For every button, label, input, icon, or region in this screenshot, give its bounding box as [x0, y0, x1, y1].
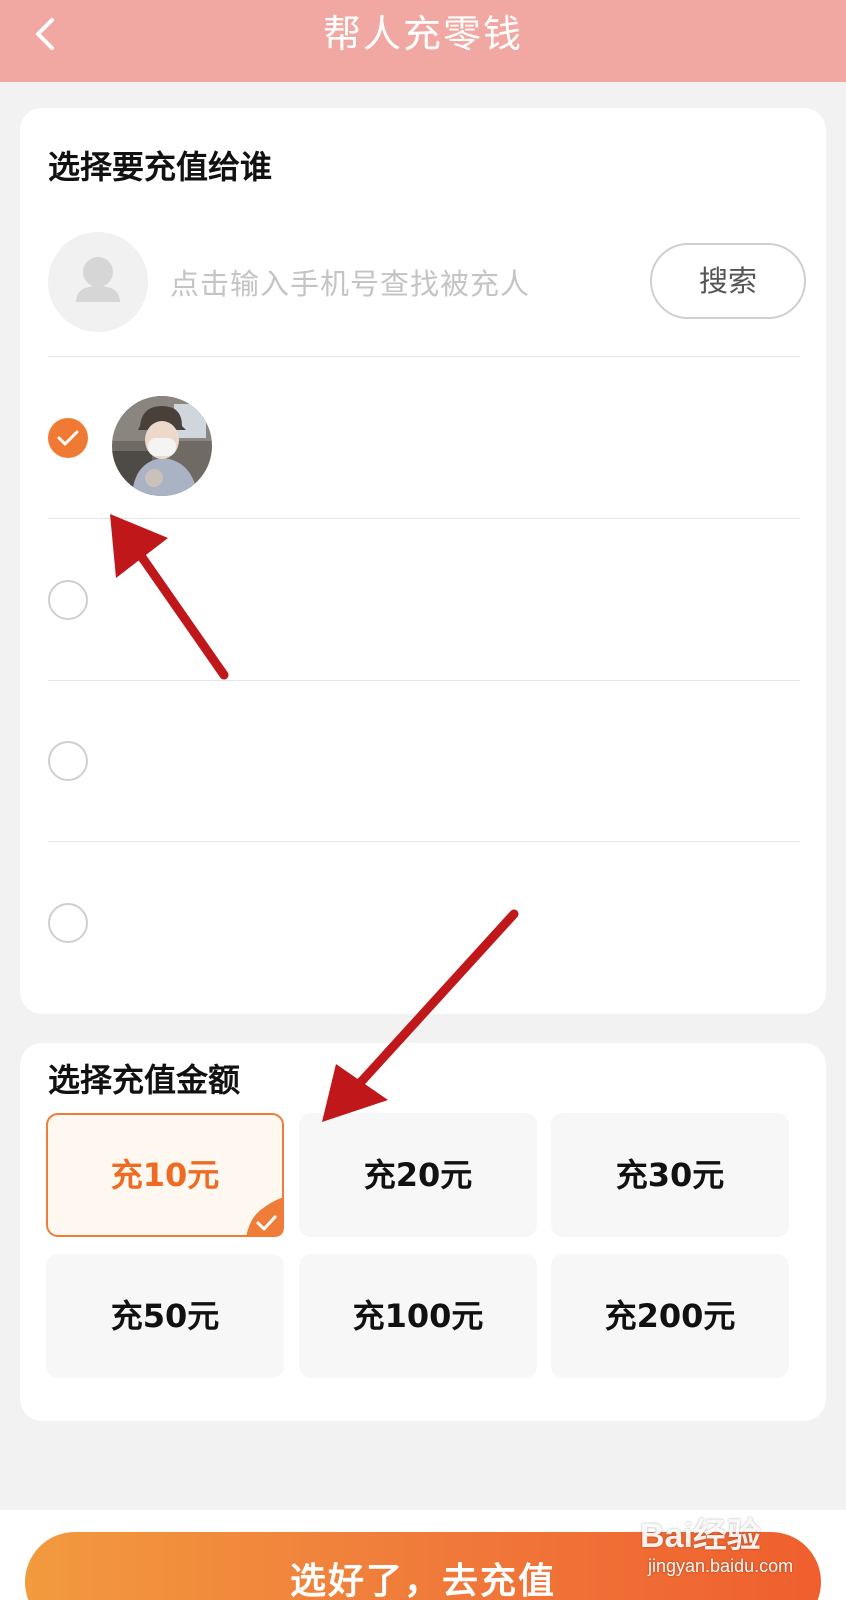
- check-icon: [57, 430, 79, 446]
- amount-option-label: 充50元: [110, 1297, 220, 1335]
- top-bar: 帮人充零钱: [0, 0, 846, 82]
- watermark-url: jingyan.baidu.com: [648, 1556, 794, 1576]
- contact-radio-3[interactable]: [48, 741, 88, 781]
- contact-avatar: [112, 396, 212, 496]
- divider: [48, 841, 800, 842]
- selected-check-icon: [246, 1197, 284, 1237]
- phone-search-input[interactable]: 点击输入手机号查找被充人: [170, 261, 530, 303]
- divider: [48, 356, 800, 357]
- contact-radio-1[interactable]: [48, 418, 88, 458]
- amount-option-30[interactable]: 充30元: [551, 1113, 789, 1237]
- contact-radio-4[interactable]: [48, 903, 88, 943]
- amount-section-title: 选择充值金额: [48, 1061, 241, 1099]
- recipient-card: 选择要充值给谁 点击输入手机号查找被充人 搜索: [20, 108, 826, 1014]
- amount-option-100[interactable]: 充100元: [299, 1254, 537, 1378]
- amount-option-50[interactable]: 充50元: [46, 1254, 284, 1378]
- amount-option-label: 充200元: [604, 1297, 736, 1335]
- amount-option-label: 充100元: [352, 1297, 484, 1335]
- amount-option-20[interactable]: 充20元: [299, 1113, 537, 1237]
- page-title: 帮人充零钱: [322, 12, 523, 56]
- baidu-jingyan-watermark: Bai经验 jingyan.baidu.com: [640, 1508, 830, 1588]
- amount-option-200[interactable]: 充200元: [551, 1254, 789, 1378]
- amount-option-label: 充30元: [615, 1156, 725, 1194]
- contact-radio-2[interactable]: [48, 580, 88, 620]
- divider: [48, 518, 800, 519]
- default-avatar-icon: [48, 232, 148, 332]
- amount-card: 选择充值金额 充10元 充20元 充30元 充50元 充100元 充200元: [20, 1043, 826, 1421]
- amount-option-10[interactable]: 充10元: [46, 1113, 284, 1237]
- amount-option-label: 充20元: [363, 1156, 473, 1194]
- recipient-section-title: 选择要充值给谁: [48, 148, 273, 186]
- watermark-logo-text: Bai经验: [640, 1517, 761, 1555]
- search-button[interactable]: 搜索: [650, 243, 806, 319]
- divider: [48, 680, 800, 681]
- amount-option-label: 充10元: [110, 1156, 220, 1194]
